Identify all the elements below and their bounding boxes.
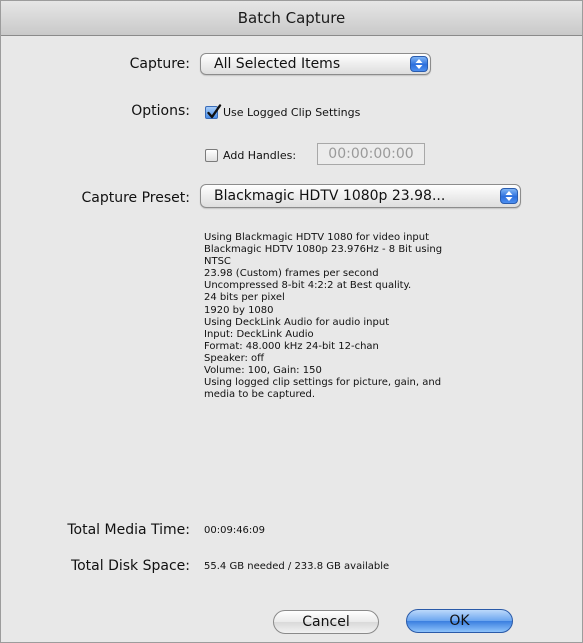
capture-label: Capture: — [129, 56, 190, 72]
batch-capture-dialog: Batch Capture Capture: All Selected Item… — [0, 0, 583, 643]
total-disk-space-value: 55.4 GB needed / 233.8 GB available — [204, 561, 390, 572]
preset-summary-line: Input: DeckLink Audio — [204, 328, 314, 340]
capture-popup-value: All Selected Items — [214, 56, 341, 72]
ok-button[interactable]: OK — [406, 609, 513, 633]
add-handles-checkbox[interactable] — [205, 149, 218, 162]
cancel-button[interactable]: Cancel — [273, 610, 379, 634]
total-disk-space-label: Total Disk Space: — [70, 558, 190, 574]
preset-summary-line: Using logged clip settings for picture, … — [204, 377, 442, 389]
preset-summary-line: Speaker: off — [204, 352, 265, 364]
preset-summary-line: Using Blackmagic HDTV 1080 for video inp… — [204, 232, 430, 243]
capture-popup[interactable]: All Selected Items — [200, 53, 431, 75]
preset-summary-text: Using Blackmagic HDTV 1080 for video inp… — [204, 232, 524, 401]
use-logged-clip-settings-label: Use Logged Clip Settings — [223, 106, 361, 119]
use-logged-clip-settings-checkbox[interactable] — [205, 104, 222, 119]
popup-arrows-icon — [500, 188, 518, 204]
checkmark-icon — [207, 104, 222, 119]
preset-summary-line: media to be captured. — [204, 389, 316, 401]
options-label: Options: — [131, 103, 190, 119]
add-handles-label: Add Handles: — [223, 149, 297, 162]
preset-summary-line: Blackmagic HDTV 1080p 23.976Hz - 8 Bit u… — [204, 244, 443, 256]
window-title: Batch Capture — [1, 1, 582, 36]
capture-preset-popup[interactable]: Blackmagic HDTV 1080p 23.98... — [200, 184, 521, 208]
popup-arrows-icon — [410, 56, 428, 72]
capture-preset-popup-value: Blackmagic HDTV 1080p 23.98... — [214, 188, 446, 204]
handles-timecode-field[interactable]: 00:00:00:00 — [317, 143, 425, 165]
preset-summary-line: 24 bits per pixel — [204, 292, 285, 304]
preset-summary-line: 23.98 (Custom) frames per second — [204, 268, 379, 280]
preset-summary-line: Using DeckLink Audio for audio input — [204, 316, 390, 328]
preset-summary-line: NTSC — [204, 256, 231, 268]
preset-summary-line: Volume: 100, Gain: 150 — [204, 365, 322, 377]
total-media-time-label: Total Media Time: — [67, 522, 190, 538]
preset-summary-line: 1920 by 1080 — [204, 304, 274, 316]
capture-preset-label: Capture Preset: — [81, 190, 191, 206]
preset-summary-line: Uncompressed 8-bit 4:2:2 at Best quality… — [204, 280, 412, 292]
preset-summary-line: Format: 48.000 kHz 24-bit 12-chan — [204, 340, 379, 352]
total-media-time-value: 00:09:46:09 — [204, 525, 266, 536]
